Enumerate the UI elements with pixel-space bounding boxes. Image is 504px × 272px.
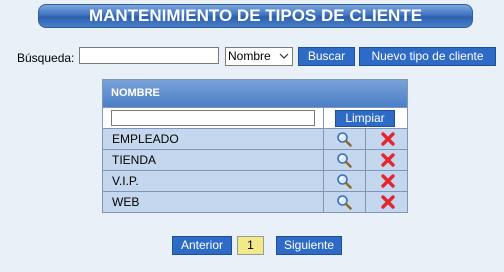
table-row: WEB xyxy=(103,192,407,212)
column-divider xyxy=(365,171,366,191)
previous-page-button[interactable]: Anterior xyxy=(172,236,232,255)
search-button[interactable]: Buscar xyxy=(298,47,355,66)
magnifier-icon[interactable] xyxy=(336,152,352,168)
new-client-type-button[interactable]: Nuevo tipo de cliente xyxy=(359,47,496,66)
column-divider xyxy=(365,150,366,170)
magnifier-icon[interactable] xyxy=(336,173,352,189)
table-row: TIENDA xyxy=(103,150,407,171)
table-row: EMPLEADO xyxy=(103,129,407,150)
clear-button[interactable]: Limpiar xyxy=(335,110,395,127)
column-header-nombre[interactable]: NOMBRE xyxy=(103,80,407,108)
magnifier-icon[interactable] xyxy=(336,131,352,147)
row-name: V.I.P. xyxy=(112,174,139,188)
search-input[interactable] xyxy=(79,47,219,64)
column-divider xyxy=(323,108,324,128)
magnifier-icon[interactable] xyxy=(336,194,352,210)
column-divider xyxy=(365,129,366,149)
row-name: EMPLEADO xyxy=(112,132,179,146)
client-types-grid: NOMBRE Limpiar EMPLEADO TIENDA V.I.P. WEB xyxy=(102,79,408,213)
column-divider xyxy=(323,192,324,212)
search-field-select[interactable]: Nombre xyxy=(225,47,293,66)
column-divider xyxy=(323,129,324,149)
table-row: V.I.P. xyxy=(103,171,407,192)
page-title: MANTENIMIENTO DE TIPOS DE CLIENTE xyxy=(38,4,473,28)
column-divider xyxy=(365,192,366,212)
delete-x-icon[interactable] xyxy=(380,173,396,189)
select-value: Nombre xyxy=(228,49,271,63)
column-divider xyxy=(323,171,324,191)
delete-x-icon[interactable] xyxy=(380,131,396,147)
search-label: Búsqueda: xyxy=(17,51,75,65)
filter-row: Limpiar xyxy=(103,108,407,129)
delete-x-icon[interactable] xyxy=(380,194,396,210)
delete-x-icon[interactable] xyxy=(380,152,396,168)
next-page-button[interactable]: Siguiente xyxy=(276,236,342,255)
row-name: WEB xyxy=(112,195,140,209)
chevron-down-icon xyxy=(279,53,289,59)
filter-input[interactable] xyxy=(111,110,315,126)
column-divider xyxy=(323,150,324,170)
current-page-number[interactable]: 1 xyxy=(237,236,264,255)
row-name: TIENDA xyxy=(112,153,157,167)
